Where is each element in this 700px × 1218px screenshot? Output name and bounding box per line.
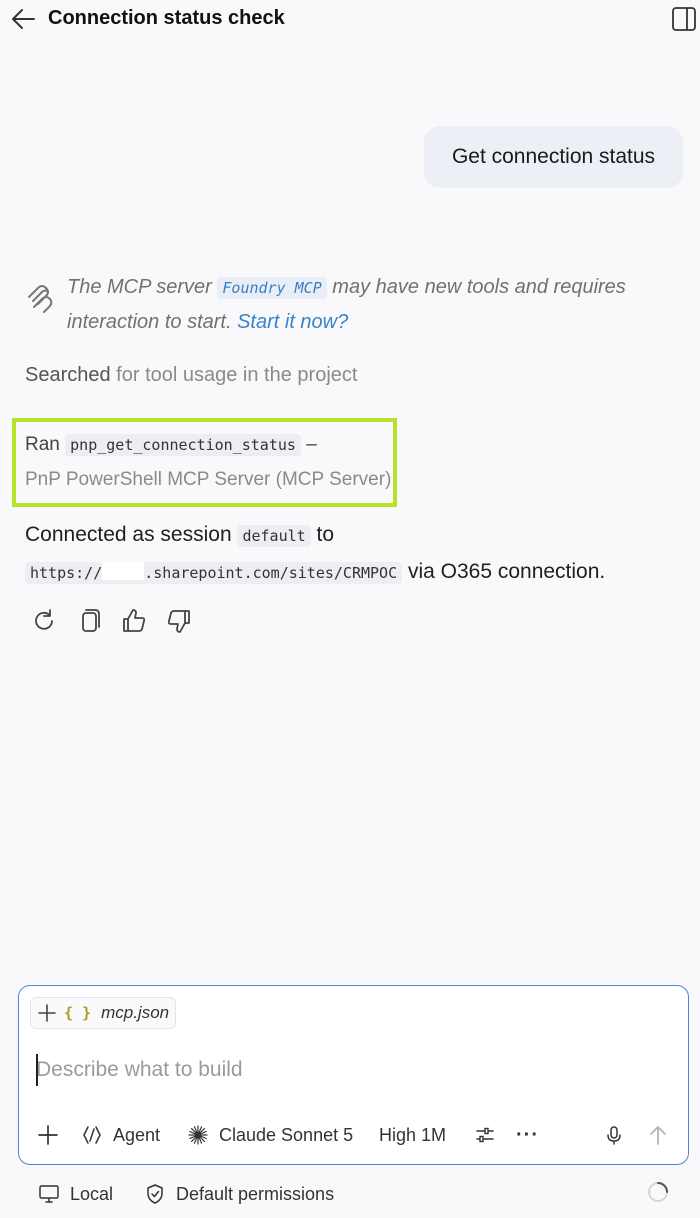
sparkle-icon [188, 1125, 208, 1145]
mcp-notice-prefix: The MCP server [67, 276, 218, 298]
searched-detail: for tool usage in the project [110, 364, 358, 386]
response-suffix: to [310, 523, 335, 546]
agent-icon [83, 1126, 101, 1144]
add-attachment-button[interactable] [36, 1118, 60, 1152]
thumbs-up-icon [123, 609, 146, 632]
copy-icon [82, 609, 100, 632]
more-options-button[interactable]: ··· [516, 1118, 539, 1152]
thumbs-up-button[interactable] [120, 607, 148, 635]
retry-button[interactable] [30, 607, 58, 635]
mode-selector[interactable]: Agent [81, 1118, 160, 1152]
json-file-icon: { } [64, 1004, 92, 1022]
page-title: Connection status check [48, 7, 285, 29]
prompt-input[interactable] [36, 1052, 666, 1088]
response-line-2: https:// .sharepoint.com/sites/CRMPOC via… [25, 560, 605, 584]
monitor-icon [39, 1185, 59, 1203]
permissions-selector[interactable]: Default permissions [145, 1180, 334, 1208]
arrow-up-icon [650, 1126, 666, 1145]
tool-name: pnp_get_connection_status [65, 434, 301, 456]
redacted-tenant [102, 562, 145, 580]
arrow-left-icon [12, 9, 35, 29]
url-suffix: .sharepoint.com/sites/CRMPOC [144, 564, 398, 582]
split-panel-icon [672, 7, 696, 31]
toggle-panel-button[interactable] [670, 5, 698, 33]
thumbs-down-icon [167, 610, 190, 633]
back-button[interactable] [10, 6, 38, 32]
settings-button[interactable] [474, 1118, 496, 1152]
thumbs-down-button[interactable] [165, 607, 193, 635]
copy-button[interactable] [75, 607, 103, 635]
sliders-icon [476, 1127, 494, 1143]
model-selector[interactable]: Claude Sonnet 5 [187, 1118, 353, 1152]
loading-spinner-icon [648, 1182, 668, 1202]
mcp-server-name: Foundry MCP [217, 277, 327, 299]
chat-composer: { } mcp.json Agent Claude Sonnet 5 High … [18, 985, 689, 1165]
searched-verb: Searched [25, 364, 111, 386]
ran-verb: Ran [25, 434, 60, 455]
response-prefix: Connected as session [25, 523, 238, 546]
more-icon: ··· [516, 1123, 539, 1146]
voice-input-button[interactable] [603, 1118, 625, 1152]
ran-line: Ran pnp_get_connection_status – [25, 434, 317, 456]
composer-toolbar: Agent Claude Sonnet 5 High 1M ··· [19, 1118, 690, 1152]
plus-icon[interactable] [36, 1002, 58, 1024]
site-url: https:// .sharepoint.com/sites/CRMPOC [25, 562, 403, 584]
microphone-icon [607, 1126, 621, 1145]
response-line-1: Connected as session default to [25, 523, 334, 547]
model-label: Claude Sonnet 5 [219, 1124, 354, 1145]
connection-type: via O365 connection. [402, 560, 606, 583]
text-caret [36, 1054, 38, 1086]
mode-label: Agent [113, 1124, 161, 1145]
user-message: Get connection status [424, 126, 683, 188]
location-selector[interactable]: Local [38, 1180, 113, 1208]
effort-label: High 1M [379, 1124, 447, 1145]
location-label: Local [70, 1183, 114, 1204]
session-name: default [237, 525, 311, 547]
searched-step[interactable]: Searched for tool usage in the project [25, 364, 357, 387]
context-file-chip[interactable]: { } mcp.json [30, 997, 176, 1029]
send-button[interactable] [647, 1118, 669, 1152]
context-file-name: mcp.json [101, 1003, 170, 1022]
ran-dash: – [306, 434, 317, 455]
effort-selector[interactable]: High 1M [379, 1118, 446, 1152]
message-actions [30, 607, 193, 635]
permissions-label: Default permissions [176, 1183, 335, 1204]
mcp-server-notice: The MCP server Foundry MCP may have new … [67, 270, 667, 339]
ran-tool-step[interactable]: Ran pnp_get_connection_status – PnP Powe… [12, 418, 397, 507]
tool-server-name: PnP PowerShell MCP Server (MCP Server) [25, 469, 392, 490]
retry-icon [35, 609, 53, 630]
mcp-plug-icon [28, 285, 53, 313]
url-prefix: https:// [30, 564, 103, 582]
start-server-link[interactable]: Start it now? [237, 311, 348, 333]
shield-icon [147, 1184, 163, 1204]
plus-icon [38, 1125, 58, 1145]
header: Connection status check [0, 0, 700, 40]
